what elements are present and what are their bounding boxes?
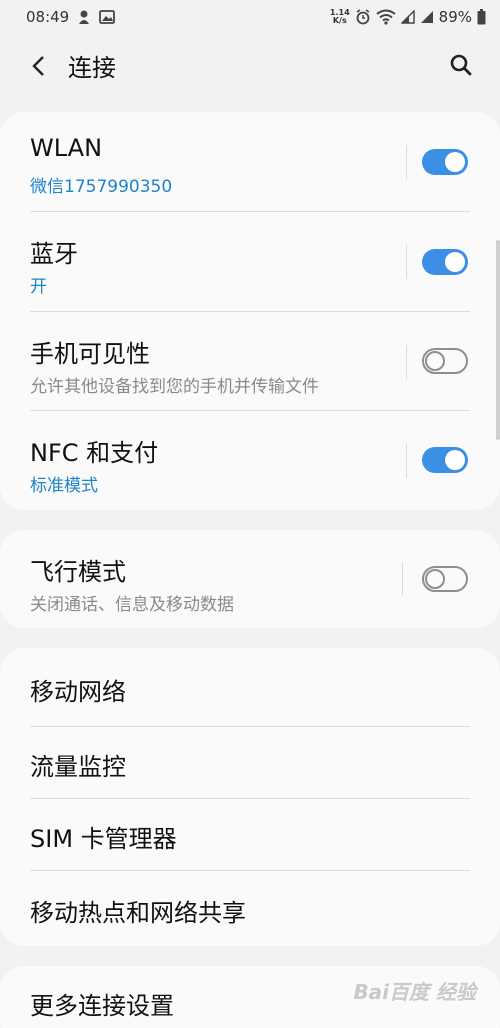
image-icon bbox=[99, 10, 116, 24]
visibility-row[interactable]: 手机可见性 允许其他设备找到您的手机并传输文件 bbox=[0, 312, 500, 411]
toggle-knob bbox=[445, 252, 465, 272]
nfc-title: NFC 和支付 bbox=[30, 439, 159, 467]
page-title: 连接 bbox=[68, 54, 116, 82]
nfc-toggle[interactable] bbox=[422, 447, 468, 473]
signal-1-icon bbox=[400, 10, 415, 24]
bluetooth-subtitle: 开 bbox=[30, 277, 47, 297]
wlan-title: WLAN bbox=[30, 134, 103, 162]
scrollbar[interactable] bbox=[496, 240, 500, 440]
airplane-subtitle: 关闭通话、信息及移动数据 bbox=[30, 595, 234, 615]
data-usage-row[interactable]: 流量监控 bbox=[0, 727, 500, 799]
wlan-toggle[interactable] bbox=[422, 149, 468, 175]
toggle-knob bbox=[425, 569, 445, 589]
notification-icon bbox=[77, 9, 91, 25]
connections-card: WLAN 微信1757990350 蓝牙 开 手机可见性 允许其他设备找到您的手… bbox=[0, 112, 500, 510]
toggle-knob bbox=[445, 450, 465, 470]
divider-vertical bbox=[406, 345, 407, 379]
wlan-subtitle: 微信1757990350 bbox=[30, 177, 173, 197]
search-button[interactable] bbox=[446, 50, 476, 80]
nfc-subtitle: 标准模式 bbox=[30, 476, 98, 496]
status-bar: 08:49 1.14 K/s 89% bbox=[0, 0, 500, 34]
watermark-logo: Bai百度 经验 bbox=[353, 980, 476, 1004]
visibility-subtitle: 允许其他设备找到您的手机并传输文件 bbox=[30, 377, 319, 397]
more-settings-label: 更多连接设置 bbox=[30, 992, 174, 1020]
network-card: 移动网络 流量监控 SIM 卡管理器 移动热点和网络共享 bbox=[0, 648, 500, 946]
data-usage-label: 流量监控 bbox=[30, 753, 126, 781]
hotspot-label: 移动热点和网络共享 bbox=[30, 899, 246, 927]
airplane-title: 飞行模式 bbox=[30, 558, 126, 586]
bluetooth-toggle[interactable] bbox=[422, 249, 468, 275]
sim-manager-label: SIM 卡管理器 bbox=[30, 825, 177, 853]
nfc-row[interactable]: NFC 和支付 标准模式 bbox=[0, 411, 500, 510]
hotspot-row[interactable]: 移动热点和网络共享 bbox=[0, 871, 500, 946]
back-button[interactable] bbox=[24, 52, 52, 80]
airplane-toggle[interactable] bbox=[422, 566, 468, 592]
app-header: 连接 bbox=[0, 34, 500, 96]
visibility-title: 手机可见性 bbox=[30, 340, 150, 368]
alarm-icon bbox=[355, 9, 371, 25]
net-speed: 1.14 K/s bbox=[329, 8, 350, 25]
visibility-toggle[interactable] bbox=[422, 348, 468, 374]
chevron-left-icon bbox=[32, 56, 44, 76]
toggle-knob bbox=[425, 351, 445, 371]
divider-vertical bbox=[402, 562, 403, 596]
toggle-knob bbox=[445, 152, 465, 172]
divider-vertical bbox=[406, 145, 407, 179]
battery-icon bbox=[477, 9, 486, 25]
wifi-icon bbox=[376, 9, 396, 25]
airplane-card: 飞行模式 关闭通话、信息及移动数据 bbox=[0, 530, 500, 628]
status-time: 08:49 bbox=[26, 8, 70, 26]
mobile-network-label: 移动网络 bbox=[30, 678, 126, 706]
search-icon bbox=[450, 54, 472, 76]
bluetooth-title: 蓝牙 bbox=[30, 240, 78, 268]
signal-2-icon bbox=[420, 10, 434, 24]
sim-manager-row[interactable]: SIM 卡管理器 bbox=[0, 799, 500, 871]
battery-percent: 89% bbox=[438, 8, 472, 26]
wlan-row[interactable]: WLAN 微信1757990350 bbox=[0, 112, 500, 212]
divider-vertical bbox=[406, 444, 407, 478]
divider-vertical bbox=[406, 245, 407, 279]
bluetooth-row[interactable]: 蓝牙 开 bbox=[0, 212, 500, 312]
mobile-network-row[interactable]: 移动网络 bbox=[0, 648, 500, 727]
airplane-row[interactable]: 飞行模式 关闭通话、信息及移动数据 bbox=[0, 530, 500, 628]
